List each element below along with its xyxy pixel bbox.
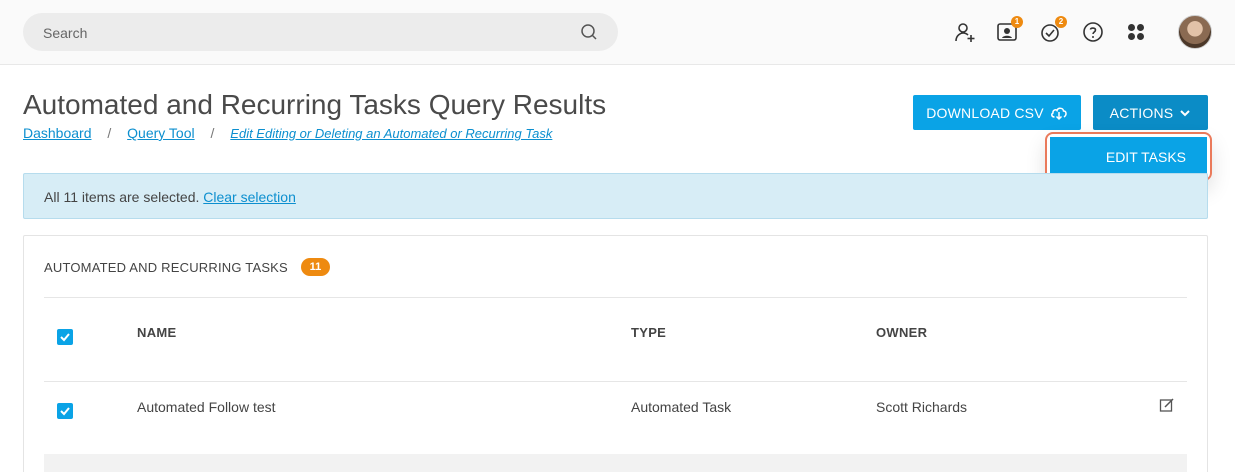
- checkmark-icon: [60, 333, 70, 342]
- divider: [44, 297, 1187, 298]
- actions-button[interactable]: ACTIONS: [1093, 95, 1208, 130]
- column-header-type[interactable]: TYPE: [631, 325, 666, 340]
- panel-title: AUTOMATED AND RECURRING TASKS: [44, 260, 288, 275]
- search-input[interactable]: Search: [23, 13, 618, 51]
- column-header-name[interactable]: NAME: [137, 325, 176, 340]
- top-bar: Search 1 2: [0, 0, 1235, 65]
- tasks-check-icon[interactable]: 2: [1039, 16, 1067, 44]
- cloud-download-icon: [1050, 107, 1067, 120]
- row-checkbox[interactable]: [57, 403, 73, 419]
- contact-badge: 1: [1011, 16, 1023, 28]
- edit-tasks-menu-item[interactable]: EDIT TASKS: [1050, 137, 1207, 176]
- breadcrumb-separator: /: [210, 125, 215, 141]
- breadcrumb: Dashboard / Query Tool / Edit Editing or…: [23, 125, 552, 141]
- download-csv-label: DOWNLOAD CSV: [926, 104, 1044, 121]
- selection-alert-text: All 11 items are selected.: [44, 189, 200, 205]
- select-all-checkbox[interactable]: [57, 329, 73, 345]
- clear-selection-link[interactable]: Clear selection: [203, 189, 296, 205]
- column-header-owner[interactable]: OWNER: [876, 325, 927, 340]
- divider: [44, 381, 1187, 382]
- search-icon[interactable]: [580, 23, 598, 41]
- breadcrumb-query-tool[interactable]: Query Tool: [127, 125, 194, 141]
- breadcrumb-dashboard[interactable]: Dashboard: [23, 125, 92, 141]
- tasks-badge: 2: [1055, 16, 1067, 28]
- breadcrumb-separator: /: [107, 125, 112, 141]
- row-owner: Scott Richards: [876, 399, 968, 415]
- contact-card-icon[interactable]: 1: [995, 16, 1023, 44]
- row-type: Automated Task: [631, 399, 732, 415]
- checkmark-icon: [60, 407, 70, 416]
- page-title: Automated and Recurring Tasks Query Resu…: [23, 89, 607, 120]
- row-name: Automated Follow test: [137, 399, 276, 415]
- chevron-down-icon: [1180, 109, 1191, 116]
- apps-grid-icon[interactable]: [1124, 20, 1148, 44]
- breadcrumb-current[interactable]: Edit Editing or Deleting an Automated or…: [230, 126, 552, 141]
- avatar[interactable]: [1178, 15, 1212, 49]
- edit-icon[interactable]: [1159, 397, 1175, 413]
- results-panel: AUTOMATED AND RECURRING TASKS 11 NAME TY…: [23, 235, 1208, 472]
- count-badge: 11: [301, 258, 330, 276]
- table-row[interactable]: [44, 454, 1187, 472]
- download-csv-button[interactable]: DOWNLOAD CSV: [913, 95, 1081, 130]
- search-placeholder: Search: [43, 25, 88, 41]
- add-user-icon[interactable]: [953, 20, 977, 44]
- selection-alert: All 11 items are selected. Clear selecti…: [23, 173, 1208, 219]
- actions-label: ACTIONS: [1109, 104, 1174, 121]
- help-icon[interactable]: [1081, 20, 1105, 44]
